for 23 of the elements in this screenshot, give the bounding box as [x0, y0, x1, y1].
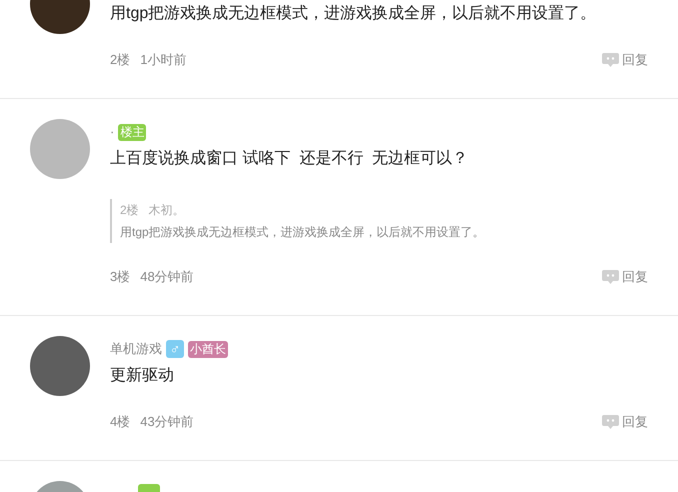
speech-bubble-icon — [602, 52, 619, 68]
reply-button[interactable]: 回复 — [602, 412, 648, 432]
post-text: 上百度说换成窗口 试咯下 还是不行 无边框可以？ — [110, 148, 470, 169]
post-text: 更新驱动 — [110, 366, 175, 386]
reply-button[interactable]: 回复 — [602, 50, 648, 70]
username[interactable]: 单机游戏 — [110, 339, 162, 359]
post-text: 用tgp把游戏换成无边框模式，进游戏换成全屏，以后就不用设置了。 — [110, 4, 598, 24]
owner-tag: 楼主 — [118, 124, 146, 140]
floor-number: 4楼 — [110, 413, 130, 432]
quote-author[interactable]: 木初。 — [148, 199, 185, 221]
speech-bubble-icon — [602, 270, 619, 284]
quote-text: 用tgp把游戏换成无边框模式，进游戏换成全屏，以后就不用设置了。 — [120, 224, 486, 241]
reply-button[interactable]: 回复 — [602, 267, 648, 287]
post-time: 43分钟前 — [140, 413, 194, 432]
quote-floor: 2楼 — [120, 202, 139, 219]
post-time: 48分钟前 — [140, 268, 194, 286]
post-time: 1小时前 — [140, 51, 186, 70]
rank-tag: 小酋长 — [188, 340, 228, 358]
floor-number: 3楼 — [110, 268, 130, 286]
username[interactable]: · — [110, 122, 114, 142]
gender-badge: ♂ — [166, 340, 184, 358]
speech-bubble-icon — [602, 414, 619, 430]
floor-number: 2楼 — [110, 51, 130, 70]
